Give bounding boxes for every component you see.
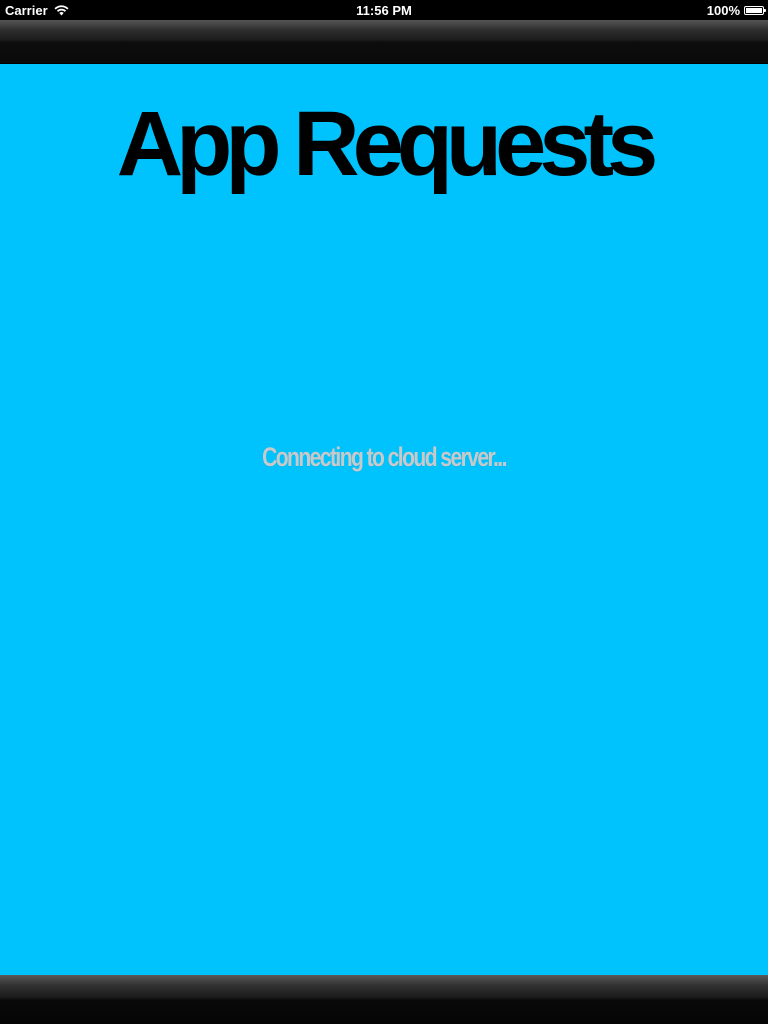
status-time: 11:56 PM [356, 2, 412, 18]
battery-percentage: 100% [706, 2, 740, 18]
status-bar: Carrier 11:56 PM 100% [0, 0, 768, 20]
status-center: 11:56 PM [0, 0, 768, 20]
app-screen: Carrier 11:56 PM 100% App Requests Conne… [0, 0, 768, 1024]
loading-status-text: Connecting to cloud server... [262, 442, 507, 472]
page-title: App Requests [116, 93, 659, 195]
top-toolbar [0, 20, 768, 64]
battery-icon [744, 5, 766, 15]
bottom-toolbar [0, 975, 768, 1024]
status-right: 100% [706, 0, 766, 20]
battery-level-fill [746, 7, 762, 13]
main-content: App Requests Connecting to cloud server.… [0, 64, 768, 975]
